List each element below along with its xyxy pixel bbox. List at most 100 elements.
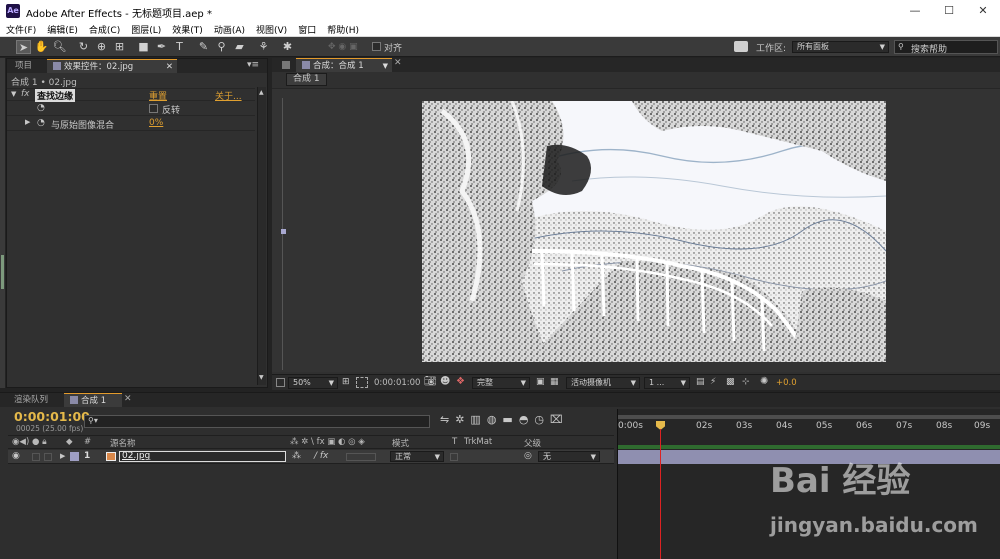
layer-row[interactable]: ◉ ▶ 1 02.jpg ⁂ / fx 正常 ▼ ◎ 无 ▼ <box>8 450 614 464</box>
tab-render-queue[interactable]: 渲染队列 <box>8 393 54 407</box>
current-timecode[interactable]: 0:00:01:00 <box>14 409 90 424</box>
viewer-timecode[interactable]: 0:00:01:00 <box>374 378 420 388</box>
show-snapshot-icon[interactable]: ☻ <box>440 376 450 387</box>
reset-link[interactable]: 重置 <box>149 89 167 102</box>
shy-switch-icon[interactable]: ⁂ <box>292 451 301 461</box>
close-tab-icon[interactable]: ✕ <box>166 60 173 74</box>
maximize-button[interactable]: ☐ <box>934 3 964 19</box>
time-ruler[interactable]: 0:00s 02s 03s 04s 05s 06s 07s 08s 09s <box>618 421 1000 433</box>
transparency-grid-icon[interactable]: ▦ <box>550 377 559 387</box>
rectangle-tool-icon[interactable]: ■ <box>136 40 151 54</box>
region-toggle-icon[interactable]: ▣ <box>536 377 545 387</box>
resolution-dropdown[interactable]: 完整 ▼ <box>472 377 530 389</box>
effect-name[interactable]: 查找边缘 <box>35 89 76 102</box>
rotate-tool-icon[interactable]: ↻ <box>76 40 91 54</box>
work-area-bar[interactable] <box>618 415 1000 419</box>
menu-help[interactable]: 帮助(H) <box>321 22 364 36</box>
workspace-dropdown[interactable]: 所有面板 ▼ <box>792 41 889 53</box>
timeline-toggle-icon[interactable]: ▩ <box>726 377 735 387</box>
preserve-transparency-toggle[interactable] <box>450 453 458 461</box>
toggle-pixel-aspect-icon[interactable]: ▤ <box>696 377 705 387</box>
expand-triangle-icon[interactable]: ▼ <box>11 90 16 98</box>
minimize-button[interactable]: — <box>900 3 930 19</box>
close-tab-icon[interactable]: ✕ <box>394 58 402 68</box>
exposure-icon[interactable]: ✺ <box>760 376 768 387</box>
about-link[interactable]: 关于... <box>215 89 242 102</box>
panel-menu-icon[interactable]: ▾≡ <box>247 60 259 70</box>
help-search-input[interactable]: ⚲ 搜索帮助 <box>894 40 998 55</box>
flowchart-icon[interactable]: ⊹ <box>742 377 750 387</box>
roto-brush-tool-icon[interactable]: ⚘ <box>256 40 271 54</box>
effect-panel-scrollbar[interactable]: ▲ ▼ <box>257 87 266 385</box>
menu-layer[interactable]: 图层(L) <box>125 22 166 36</box>
tab-composition[interactable]: 合成：合成 1 ▼ <box>296 58 392 72</box>
effect-switch-icon[interactable]: / fx <box>314 451 328 461</box>
layer-search-input[interactable]: ⚲▾ <box>84 415 430 428</box>
chevron-down-icon: ▼ <box>630 379 636 387</box>
pen-tool-icon[interactable]: ✒ <box>154 40 169 54</box>
col-source-name[interactable]: 源名称 <box>110 437 136 449</box>
lock-tab-icon[interactable] <box>282 61 290 69</box>
color-channels-icon[interactable]: ❖ <box>456 376 465 387</box>
stopwatch-icon[interactable]: ◔ <box>37 103 45 113</box>
expand-triangle-icon[interactable]: ▶ <box>25 118 30 126</box>
snapshot-camera-icon[interactable]: 📷︎ <box>424 376 437 387</box>
workspace-sync-icon[interactable] <box>734 41 748 52</box>
fx-toggle-icon[interactable]: fx <box>21 89 30 99</box>
menu-window[interactable]: 窗口 <box>292 22 321 36</box>
menu-edit[interactable]: 编辑(E) <box>41 22 83 36</box>
label-color-swatch[interactable] <box>70 452 79 461</box>
visibility-eye-icon[interactable]: ◉ <box>12 451 20 461</box>
camera-value: 活动摄像机 <box>571 378 611 387</box>
left-dock-handle[interactable] <box>1 255 4 289</box>
brush-tool-icon[interactable]: ✎ <box>196 40 211 54</box>
clone-stamp-tool-icon[interactable]: ⚲ <box>214 40 229 54</box>
resolution-value: 完整 <box>477 378 493 387</box>
tab-project[interactable]: 项目 <box>9 59 38 73</box>
views-dropdown[interactable]: 1 ... ▼ <box>644 377 690 389</box>
chevron-down-icon[interactable]: ▼ <box>383 59 388 73</box>
audio-toggle[interactable] <box>32 453 40 461</box>
snap-checkbox[interactable] <box>372 42 381 51</box>
baidu-watermark-url: jingyan.baidu.com <box>770 513 978 537</box>
menu-composition[interactable]: 合成(C) <box>83 22 125 36</box>
pan-behind-tool-icon[interactable]: ⊞ <box>112 40 127 54</box>
parent-pickwhip-icon[interactable]: ◎ <box>524 451 532 461</box>
menu-file[interactable]: 文件(F) <box>0 22 41 36</box>
timeline-panel: 渲染队列 合成 1 ✕ 0:00:01:00 00025 (25.00 fps)… <box>0 392 1000 559</box>
expand-triangle-icon[interactable]: ▶ <box>60 452 65 460</box>
type-tool-icon[interactable]: T <box>172 40 187 54</box>
blend-mode-dropdown[interactable]: 正常 ▼ <box>390 451 444 462</box>
zoom-dropdown[interactable]: 50% ▼ <box>288 377 338 389</box>
layer-switch-boxes[interactable] <box>346 453 376 461</box>
menu-view[interactable]: 视图(V) <box>250 22 292 36</box>
eraser-tool-icon[interactable]: ▰ <box>232 40 247 54</box>
tab-timeline-comp[interactable]: 合成 1 <box>64 393 122 407</box>
layer-name[interactable]: 02.jpg <box>119 451 286 462</box>
stopwatch-icon[interactable]: ◔ <box>37 118 45 128</box>
always-preview-icon[interactable] <box>276 378 285 387</box>
camera-dropdown[interactable]: 活动摄像机 ▼ <box>566 377 640 389</box>
blend-value[interactable]: 0% <box>149 118 163 128</box>
parent-dropdown[interactable]: 无 ▼ <box>538 451 600 462</box>
camera-orbit-tool-icon[interactable]: ⊕ <box>94 40 109 54</box>
fast-preview-icon[interactable]: ⚡︎ <box>710 377 716 387</box>
hand-tool-icon[interactable]: ✋ <box>34 40 49 54</box>
puppet-pin-tool-icon[interactable]: ✱ <box>280 40 295 54</box>
tab-effect-controls[interactable]: 效果控件：02.jpg ✕ <box>47 59 177 73</box>
viewer-comp-subtab[interactable]: 合成 1 <box>286 73 327 86</box>
region-of-interest-icon[interactable] <box>356 377 368 388</box>
menu-animation[interactable]: 动画(A) <box>208 22 250 36</box>
selection-tool-icon[interactable]: ➤ <box>16 40 31 54</box>
timeline-switch-icons[interactable]: ⇋✲▥◍▬◓◷⌧ <box>440 413 569 426</box>
close-tab-icon[interactable]: ✕ <box>124 394 132 404</box>
solo-toggle[interactable] <box>44 453 52 461</box>
zoom-tool-icon[interactable]: 🔍︎ <box>52 40 67 54</box>
scroll-up-icon[interactable]: ▲ <box>259 89 264 96</box>
invert-checkbox[interactable] <box>149 104 158 113</box>
close-button[interactable]: ✕ <box>968 3 998 19</box>
exposure-value[interactable]: +0.0 <box>776 378 797 388</box>
fit-frame-icon[interactable]: ⊞ <box>342 377 350 387</box>
scroll-down-icon[interactable]: ▼ <box>259 374 264 381</box>
menu-effect[interactable]: 效果(T) <box>166 22 208 36</box>
